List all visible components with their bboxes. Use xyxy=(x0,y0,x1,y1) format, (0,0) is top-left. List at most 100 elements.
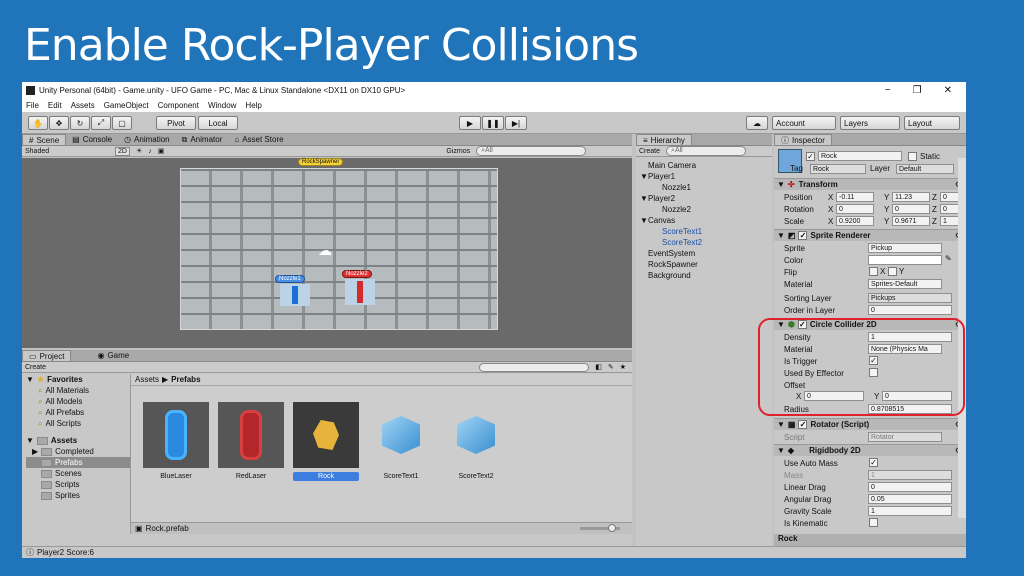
favorite-item[interactable]: ⌕ All Prefabs xyxy=(26,407,130,418)
hand-tool-button[interactable]: ✋ xyxy=(28,116,48,130)
foldout-arrow-icon[interactable]: ▼ xyxy=(640,216,648,225)
layout-dropdown[interactable]: Layout xyxy=(904,116,960,130)
tab-animator[interactable]: ⧉ Animator xyxy=(176,134,229,145)
assets-header[interactable]: ▼ Assets xyxy=(26,435,130,446)
sprite-field[interactable]: Pickup xyxy=(868,243,942,253)
filter-label-icon[interactable]: ✎ xyxy=(608,363,614,371)
position-field[interactable]: 11.23 xyxy=(892,192,930,202)
auto-mass-checkbox[interactable]: ✓ xyxy=(869,458,878,467)
order-in-layer-field[interactable]: 0 xyxy=(868,305,952,315)
minimize-button[interactable]: − xyxy=(885,85,891,96)
favorites-header[interactable]: ▼ ★ Favorites xyxy=(26,374,130,385)
pivot-toggle[interactable]: Pivot xyxy=(156,116,196,130)
play-button[interactable]: ▶ xyxy=(459,116,481,130)
account-dropdown[interactable]: Account xyxy=(772,116,836,130)
hierarchy-create-button[interactable]: Create xyxy=(639,148,660,155)
favorite-item[interactable]: ⌕ All Materials xyxy=(26,385,130,396)
filter-type-icon[interactable]: ◧ xyxy=(595,363,602,371)
cloud-button[interactable]: ☁ xyxy=(746,116,768,130)
menu-file[interactable]: File xyxy=(26,101,39,110)
layer-dropdown[interactable]: Default xyxy=(896,164,954,174)
project-search-input[interactable] xyxy=(479,362,590,372)
asset-item[interactable]: RedLaser xyxy=(218,402,284,481)
tab-console[interactable]: ▤ Console xyxy=(66,134,118,145)
folder-arrow-icon[interactable]: ▶ xyxy=(32,447,38,456)
pause-button[interactable]: ❚❚ xyxy=(482,116,504,130)
folder-item[interactable]: Scenes xyxy=(26,468,130,479)
menu-gameobject[interactable]: GameObject xyxy=(104,101,149,110)
folder-item[interactable]: ▶ Completed xyxy=(26,446,130,457)
tab-inspector[interactable]: ⓘ Inspector xyxy=(774,134,832,145)
menu-window[interactable]: Window xyxy=(208,101,236,110)
flip-y-checkbox[interactable] xyxy=(888,267,897,276)
favorite-item[interactable]: ⌕ All Scripts xyxy=(26,418,130,429)
hierarchy-item[interactable]: Background xyxy=(636,270,772,281)
hierarchy-item[interactable]: EventSystem xyxy=(636,248,772,259)
hierarchy-item[interactable]: Nozzle1 xyxy=(636,182,772,193)
hierarchy-search-input[interactable]: ⌕All xyxy=(666,146,747,156)
object-name-field[interactable]: Rock xyxy=(818,151,902,161)
local-toggle[interactable]: Local xyxy=(198,116,238,130)
scale-tool-button[interactable]: ⤢ xyxy=(91,116,111,130)
project-create-button[interactable]: Create xyxy=(25,364,46,371)
sprite-renderer-enabled-checkbox[interactable]: ✓ xyxy=(798,231,808,240)
menu-edit[interactable]: Edit xyxy=(48,101,62,110)
tab-scene[interactable]: # Scene xyxy=(22,134,67,145)
breadcrumb-prefabs[interactable]: Prefabs xyxy=(171,375,200,384)
favorite-star-icon[interactable]: ★ xyxy=(620,363,626,371)
rect-tool-button[interactable]: ▢ xyxy=(112,116,132,130)
color-swatch[interactable] xyxy=(868,255,942,265)
rotator-enabled-checkbox[interactable]: ✓ xyxy=(798,420,808,429)
hierarchy-item[interactable]: ▼ Canvas xyxy=(636,215,772,226)
angular-drag-field[interactable]: 0.05 xyxy=(868,494,952,504)
effects-icon[interactable]: ▣ xyxy=(158,147,165,155)
tab-game[interactable]: ◉ Game xyxy=(91,350,135,361)
tab-animation[interactable]: ◷ Animation xyxy=(118,134,176,145)
layers-dropdown[interactable]: Layers xyxy=(840,116,900,130)
scene-search-input[interactable]: ⌕All xyxy=(476,146,587,156)
favorite-item[interactable]: ⌕ All Models xyxy=(26,396,130,407)
asset-item[interactable]: ScoreText1 xyxy=(368,402,434,481)
linear-drag-field[interactable]: 0 xyxy=(868,482,952,492)
folder-item[interactable]: Prefabs xyxy=(26,457,130,468)
scale-field[interactable]: 0.9671 xyxy=(892,216,930,226)
static-checkbox[interactable] xyxy=(908,152,917,161)
shading-dropdown[interactable]: Shaded xyxy=(25,148,109,155)
tab-hierarchy[interactable]: ≡ Hierarchy xyxy=(636,134,692,145)
rotation-field[interactable]: 0 xyxy=(836,204,874,214)
asset-item[interactable]: Rock xyxy=(293,402,359,481)
sorting-layer-dropdown[interactable]: Pickups xyxy=(868,293,952,303)
scene-viewport[interactable]: RockSpawner ☁ Nozzle1 Nozzle2 xyxy=(22,158,632,348)
folder-item[interactable]: Scripts xyxy=(26,479,130,490)
rigidbody-header[interactable]: ▼◆Rigidbody 2D⚙ xyxy=(774,444,966,456)
gizmos-dropdown[interactable]: Gizmos xyxy=(446,148,470,155)
folder-item[interactable]: Sprites xyxy=(26,490,130,501)
asset-item[interactable]: BlueLaser xyxy=(143,402,209,481)
rotate-tool-button[interactable]: ↻ xyxy=(70,116,90,130)
hierarchy-item[interactable]: Main Camera xyxy=(636,160,772,171)
tag-dropdown[interactable]: Rock xyxy=(810,164,866,174)
foldout-arrow-icon[interactable]: ▼ xyxy=(640,172,648,181)
scale-field[interactable]: 0.9200 xyxy=(836,216,874,226)
hierarchy-item[interactable]: ▼ Player1 xyxy=(636,171,772,182)
asset-item[interactable]: ScoreText2 xyxy=(443,402,509,481)
is-kinematic-checkbox[interactable] xyxy=(869,518,878,527)
tab-project[interactable]: ▭ Project xyxy=(22,350,72,361)
eyedropper-icon[interactable]: ✎ xyxy=(945,254,952,263)
mode-2d-toggle[interactable]: 2D xyxy=(115,146,130,156)
foldout-arrow-icon[interactable]: ▼ xyxy=(640,194,648,203)
rotation-field[interactable]: 0 xyxy=(892,204,930,214)
hierarchy-item[interactable]: ▼ Player2 xyxy=(636,193,772,204)
hierarchy-item[interactable]: RockSpawner xyxy=(636,259,772,270)
tab-asset-store[interactable]: ⌂ Asset Store xyxy=(228,134,289,145)
gravity-scale-field[interactable]: 1 xyxy=(868,506,952,516)
close-button[interactable]: ✕ xyxy=(944,85,952,96)
breadcrumb-assets[interactable]: Assets xyxy=(135,375,159,384)
lighting-icon[interactable]: ☀ xyxy=(136,147,142,155)
hierarchy-item[interactable]: ScoreText2 xyxy=(636,237,772,248)
menu-assets[interactable]: Assets xyxy=(71,101,95,110)
step-button[interactable]: ▶| xyxy=(505,116,527,130)
sprite-renderer-header[interactable]: ▼◩✓Sprite Renderer⚙ xyxy=(774,229,966,241)
audio-icon[interactable]: ♪ xyxy=(148,148,152,155)
menu-component[interactable]: Component xyxy=(158,101,199,110)
